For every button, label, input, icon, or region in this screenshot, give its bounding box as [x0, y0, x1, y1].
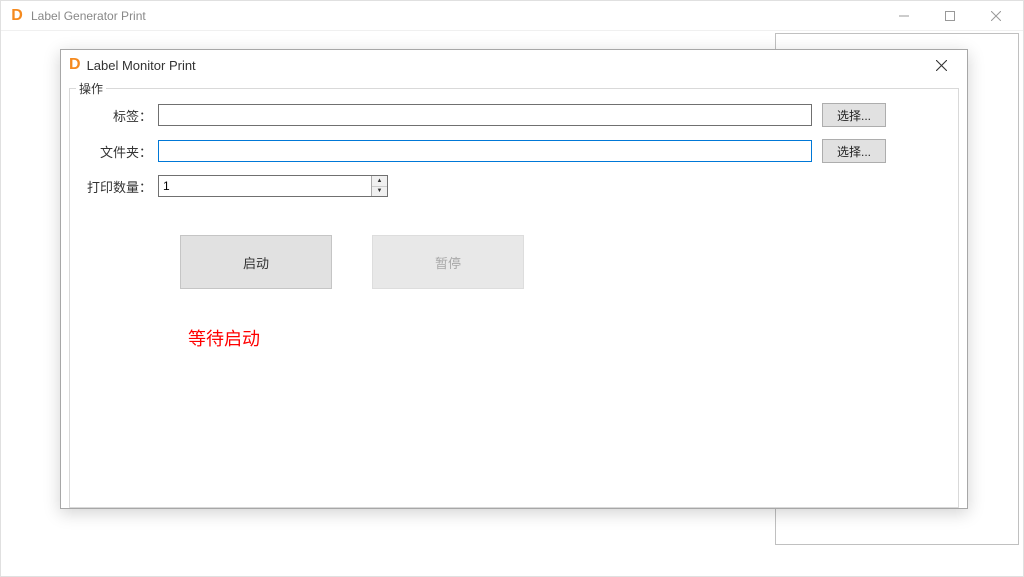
folder-input[interactable] — [158, 140, 812, 162]
spinner-up-button[interactable]: ▲ — [372, 176, 387, 187]
qty-spinner[interactable]: ▲ ▼ — [158, 175, 388, 197]
close-button[interactable] — [973, 1, 1019, 30]
dialog-title: Label Monitor Print — [87, 58, 196, 73]
group-legend: 操作 — [76, 80, 106, 97]
start-button[interactable]: 启动 — [180, 235, 332, 289]
main-titlebar: D Label Generator Print — [1, 1, 1023, 31]
window-controls — [881, 1, 1019, 30]
label-qty: 打印数量： — [80, 177, 158, 196]
action-buttons: 启动 暂停 — [180, 235, 948, 289]
start-button-label: 启动 — [243, 253, 269, 272]
status-text: 等待启动 — [188, 325, 948, 351]
dialog-body: 操作 标签： 选择... 文件夹： 选择... 打印数量： — [61, 80, 967, 508]
minimize-button[interactable] — [881, 1, 927, 30]
operation-group: 操作 标签： 选择... 文件夹： 选择... 打印数量： — [69, 88, 959, 508]
row-tag: 标签： 选择... — [80, 103, 948, 127]
browse-tag-button[interactable]: 选择... — [822, 103, 886, 127]
pause-button-label: 暂停 — [435, 253, 461, 272]
row-qty: 打印数量： ▲ ▼ — [80, 175, 948, 197]
spinner-down-button[interactable]: ▼ — [372, 187, 387, 197]
browse-folder-button[interactable]: 选择... — [822, 139, 886, 163]
dialog-close-button[interactable] — [921, 50, 961, 80]
maximize-button[interactable] — [927, 1, 973, 30]
pause-button: 暂停 — [372, 235, 524, 289]
qty-input[interactable] — [159, 176, 371, 196]
dialog-app-icon: D — [69, 56, 81, 74]
row-folder: 文件夹： 选择... — [80, 139, 948, 163]
monitor-dialog: D Label Monitor Print 操作 标签： 选择... 文件夹： … — [60, 49, 968, 509]
spinner-buttons: ▲ ▼ — [371, 176, 387, 196]
label-tag: 标签： — [80, 106, 158, 125]
app-icon: D — [9, 8, 25, 24]
form-area: 标签： 选择... 文件夹： 选择... 打印数量： ▲ — [70, 89, 958, 361]
tag-input[interactable] — [158, 104, 812, 126]
main-window-title: Label Generator Print — [31, 9, 146, 23]
label-folder: 文件夹： — [80, 142, 158, 161]
dialog-titlebar: D Label Monitor Print — [61, 50, 967, 80]
